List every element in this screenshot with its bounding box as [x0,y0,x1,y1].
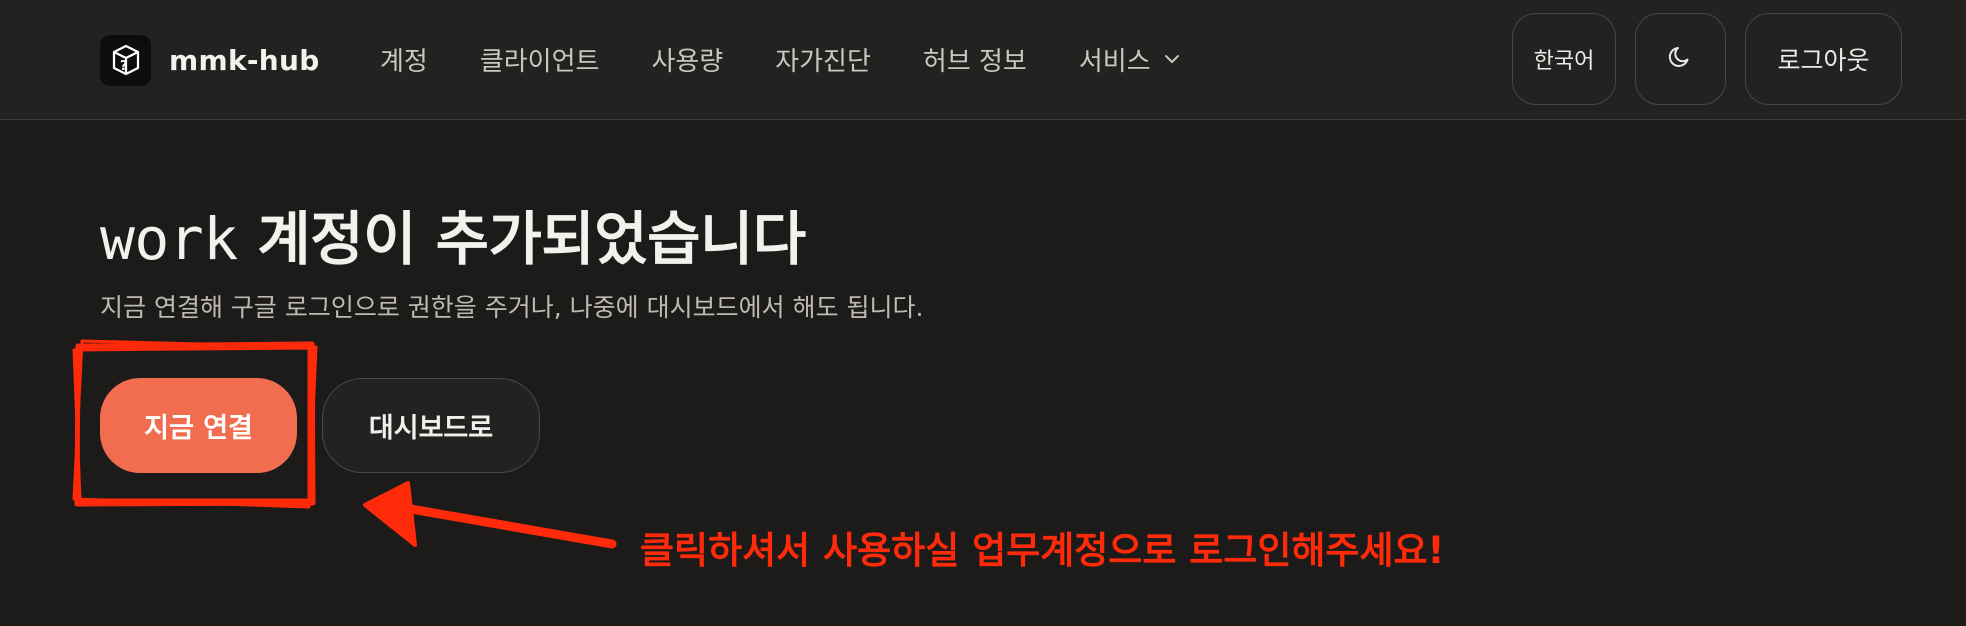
annotation-arrow [363,481,617,549]
annotation-text: 클릭하셔서 사용하실 업무계정으로 로그인해주세요! [640,529,1445,572]
page: ? mmk-hub 계정 클라이언트 사용량 자가진단 허브 정보 서비스 한국… [0,0,1966,626]
highlight-box [72,339,318,509]
